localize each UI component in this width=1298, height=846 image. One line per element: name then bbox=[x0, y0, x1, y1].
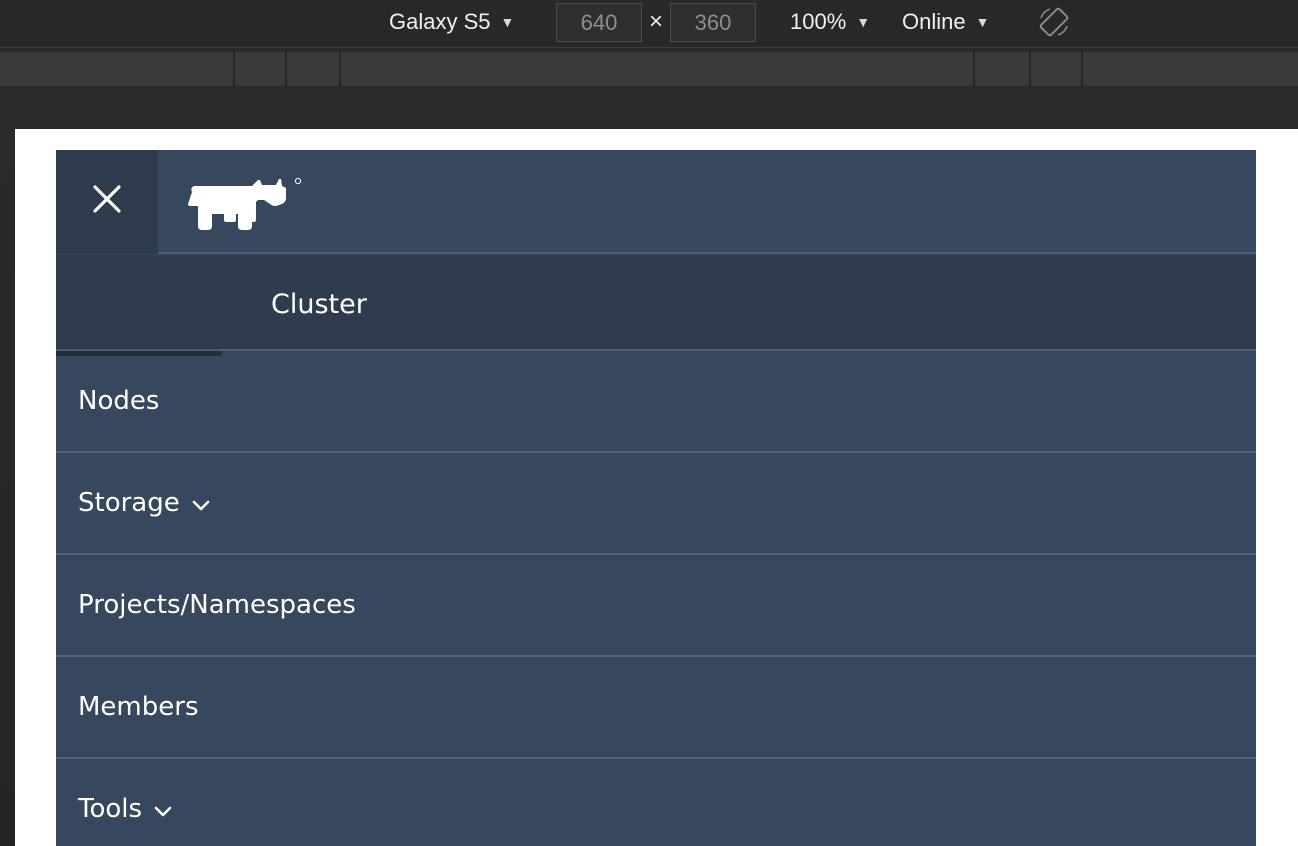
height-input[interactable] bbox=[670, 3, 756, 42]
close-button[interactable] bbox=[56, 150, 158, 254]
menu-item-members[interactable]: Members bbox=[56, 657, 1256, 759]
cluster-tabs: Cluster bbox=[56, 255, 1256, 356]
menu-item-label: Tools bbox=[78, 794, 143, 824]
media-query-segment[interactable] bbox=[1031, 52, 1083, 86]
caret-down-icon: ▼ bbox=[856, 14, 871, 30]
network-value: Online bbox=[902, 9, 966, 34]
device-name: Galaxy S5 bbox=[389, 9, 491, 34]
media-query-bar bbox=[0, 52, 1298, 86]
media-query-segment[interactable] bbox=[235, 52, 287, 86]
menu-item-projects-namespaces[interactable]: Projects/Namespaces bbox=[56, 555, 1256, 657]
rancher-logo-icon bbox=[188, 177, 302, 230]
network-select[interactable]: Online ▼ bbox=[902, 0, 989, 44]
media-query-segment[interactable] bbox=[1083, 52, 1298, 86]
device-select[interactable]: Galaxy S5 ▼ bbox=[389, 0, 514, 44]
menu-item-tools[interactable]: Tools bbox=[56, 759, 1256, 846]
mobile-nav-drawer: Cluster Nodes Storage Projects/Namespace… bbox=[56, 150, 1256, 846]
menu-item-storage[interactable]: Storage bbox=[56, 453, 1256, 555]
menu-item-label: Nodes bbox=[78, 386, 160, 416]
chevron-down-icon bbox=[154, 806, 172, 817]
menu-item-label: Members bbox=[78, 692, 199, 722]
nav-menu: Nodes Storage Projects/Namespaces Member… bbox=[56, 351, 1256, 846]
chevron-down-icon bbox=[192, 500, 210, 511]
media-query-segment[interactable] bbox=[0, 52, 235, 86]
media-query-segment[interactable] bbox=[287, 52, 341, 86]
tab-cluster[interactable]: Cluster bbox=[271, 289, 367, 320]
caret-down-icon: ▼ bbox=[500, 14, 515, 30]
width-input[interactable] bbox=[556, 3, 642, 42]
menu-item-label: Storage bbox=[78, 488, 180, 518]
rotate-device-icon[interactable] bbox=[1036, 4, 1072, 40]
menu-item-nodes[interactable]: Nodes bbox=[56, 351, 1256, 453]
media-query-segment[interactable] bbox=[975, 52, 1031, 86]
device-toolbar: Galaxy S5 ▼ × 100% ▼ Online ▼ bbox=[0, 0, 1298, 48]
app-header bbox=[56, 150, 1256, 254]
close-icon bbox=[93, 185, 121, 213]
media-query-segment[interactable] bbox=[341, 52, 975, 86]
zoom-select[interactable]: 100% ▼ bbox=[790, 0, 870, 44]
menu-item-label: Projects/Namespaces bbox=[78, 590, 356, 620]
caret-down-icon: ▼ bbox=[975, 14, 990, 30]
zoom-value: 100% bbox=[790, 9, 847, 34]
dimension-separator: × bbox=[648, 8, 663, 35]
